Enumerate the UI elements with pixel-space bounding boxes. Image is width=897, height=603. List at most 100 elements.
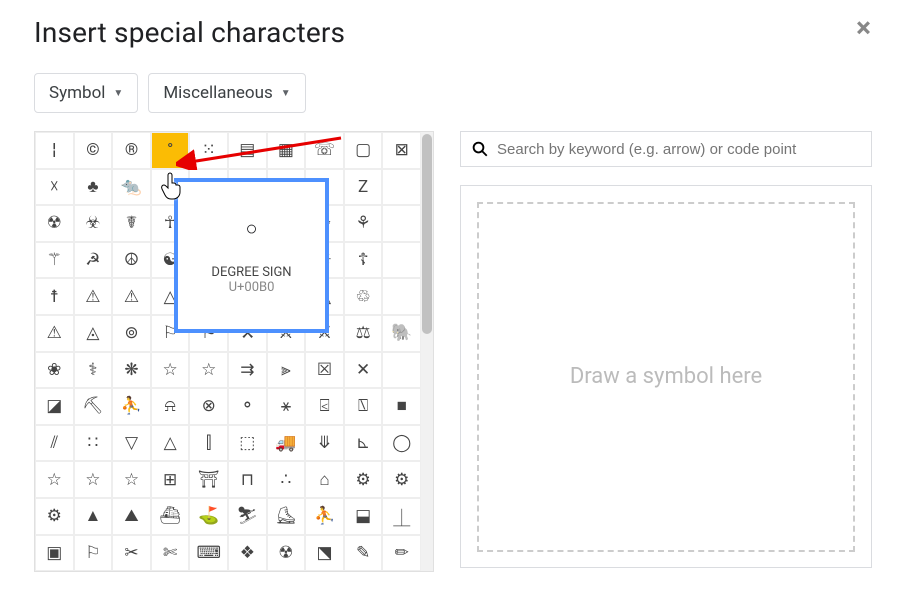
- character-cell[interactable]: 🐀: [112, 169, 151, 206]
- draw-area[interactable]: Draw a symbol here: [477, 202, 855, 552]
- character-cell[interactable]: ☆: [112, 461, 151, 498]
- character-cell[interactable]: ✂: [112, 535, 151, 572]
- character-cell[interactable]: ⚙: [382, 461, 421, 498]
- close-button[interactable]: ×: [848, 10, 879, 46]
- character-cell[interactable]: ⛩: [189, 461, 228, 498]
- character-cell[interactable]: ⚙: [35, 498, 74, 535]
- character-cell[interactable]: ☆: [35, 461, 74, 498]
- character-cell[interactable]: ⚖: [344, 315, 383, 352]
- character-cell[interactable]: ☨: [35, 278, 74, 315]
- character-cell[interactable]: ⛏: [74, 388, 113, 425]
- character-cell[interactable]: ♣: [74, 169, 113, 206]
- search-input[interactable]: [497, 141, 861, 158]
- character-cell[interactable]: ⇉: [228, 352, 267, 389]
- character-cell[interactable]: 🚚: [267, 425, 306, 462]
- character-cell[interactable]: ☆: [151, 352, 190, 389]
- character-cell[interactable]: ⚕: [74, 352, 113, 389]
- character-cell[interactable]: ⁙: [189, 132, 228, 169]
- character-cell[interactable]: ▲: [74, 498, 113, 535]
- character-cell[interactable]: ⚘: [344, 205, 383, 242]
- character-cell[interactable]: ⬓: [344, 498, 383, 535]
- character-cell[interactable]: ☣: [74, 205, 113, 242]
- character-cell[interactable]: ⚙: [344, 461, 383, 498]
- character-cell[interactable]: ▤: [228, 132, 267, 169]
- character-cell[interactable]: ©: [74, 132, 113, 169]
- character-cell[interactable]: ⊠: [382, 132, 421, 169]
- character-cell[interactable]: ⛹: [305, 498, 344, 535]
- character-cell[interactable]: ◪: [35, 388, 74, 425]
- character-cell[interactable]: ◯: [382, 425, 421, 462]
- character-cell[interactable]: ⍃: [305, 388, 344, 425]
- character-cell[interactable]: ⬚: [228, 425, 267, 462]
- character-cell[interactable]: 🐘: [382, 315, 421, 352]
- character-cell[interactable]: [382, 278, 421, 315]
- character-cell[interactable]: ⊓: [228, 461, 267, 498]
- character-cell[interactable]: ∴: [267, 461, 306, 498]
- character-cell[interactable]: ⫿: [189, 425, 228, 462]
- character-cell[interactable]: ®: [112, 132, 151, 169]
- character-cell[interactable]: △: [151, 425, 190, 462]
- character-cell[interactable]: [382, 352, 421, 389]
- character-cell[interactable]: ⛹: [112, 388, 151, 425]
- character-cell[interactable]: ⌂: [305, 461, 344, 498]
- character-cell[interactable]: ⫽: [35, 425, 74, 462]
- character-cell[interactable]: ⍂: [344, 388, 383, 425]
- character-cell[interactable]: ☆: [74, 461, 113, 498]
- character-cell[interactable]: ⫸: [267, 352, 306, 389]
- character-cell[interactable]: ▦: [267, 132, 306, 169]
- character-cell[interactable]: ☒: [305, 352, 344, 389]
- character-cell[interactable]: ☢: [35, 205, 74, 242]
- character-cell[interactable]: ☤: [112, 205, 151, 242]
- scrollbar-track[interactable]: [421, 132, 433, 571]
- character-cell[interactable]: [382, 242, 421, 279]
- character-cell[interactable]: ⏊: [382, 498, 421, 535]
- search-box[interactable]: [460, 131, 872, 167]
- character-cell[interactable]: ✎: [344, 535, 383, 572]
- character-cell[interactable]: ♲: [344, 278, 383, 315]
- character-cell[interactable]: ⚠: [35, 315, 74, 352]
- character-cell[interactable]: ⛸: [267, 498, 306, 535]
- character-cell[interactable]: ⚠: [112, 278, 151, 315]
- character-cell[interactable]: ⊾: [344, 425, 383, 462]
- character-cell[interactable]: Z: [344, 169, 383, 206]
- character-cell[interactable]: ⚠: [74, 278, 113, 315]
- character-cell[interactable]: ▽: [112, 425, 151, 462]
- character-cell[interactable]: °: [151, 132, 190, 169]
- character-cell[interactable]: ☢: [267, 535, 306, 572]
- character-cell[interactable]: ❀: [35, 352, 74, 389]
- character-cell[interactable]: ⛴: [151, 498, 190, 535]
- character-cell[interactable]: ■: [382, 388, 421, 425]
- character-cell[interactable]: ⛰: [112, 498, 151, 535]
- character-cell[interactable]: ⊗: [189, 388, 228, 425]
- character-cell[interactable]: ⬔: [305, 535, 344, 572]
- character-cell[interactable]: ✏: [382, 535, 421, 572]
- character-cell[interactable]: ⊞: [151, 461, 190, 498]
- character-cell[interactable]: ▢: [344, 132, 383, 169]
- character-cell[interactable]: ☓: [35, 169, 74, 206]
- character-cell[interactable]: ✄: [151, 535, 190, 572]
- character-cell[interactable]: ⚚: [35, 242, 74, 279]
- character-cell[interactable]: ⚬: [228, 388, 267, 425]
- subcategory-dropdown[interactable]: Miscellaneous ▼: [148, 73, 305, 113]
- character-cell[interactable]: ☆: [189, 352, 228, 389]
- character-cell[interactable]: ⤋: [305, 425, 344, 462]
- character-cell[interactable]: ⚹: [267, 388, 306, 425]
- character-cell[interactable]: ◬: [74, 315, 113, 352]
- character-cell[interactable]: ✕: [344, 352, 383, 389]
- character-cell[interactable]: ❋: [112, 352, 151, 389]
- character-cell[interactable]: ⍾: [151, 388, 190, 425]
- character-cell[interactable]: [382, 205, 421, 242]
- character-cell[interactable]: [382, 169, 421, 206]
- character-cell[interactable]: ¦: [35, 132, 74, 169]
- character-cell[interactable]: ❖: [228, 535, 267, 572]
- character-cell[interactable]: ▣: [35, 535, 74, 572]
- category-dropdown[interactable]: Symbol ▼: [34, 73, 138, 113]
- character-cell[interactable]: ∷: [74, 425, 113, 462]
- character-cell[interactable]: ☦: [344, 242, 383, 279]
- character-cell[interactable]: ⌨: [189, 535, 228, 572]
- character-cell[interactable]: ☭: [74, 242, 113, 279]
- character-cell[interactable]: ⛷: [228, 498, 267, 535]
- character-cell[interactable]: ⊚: [112, 315, 151, 352]
- character-cell[interactable]: ⚐: [74, 535, 113, 572]
- character-cell[interactable]: ☮: [112, 242, 151, 279]
